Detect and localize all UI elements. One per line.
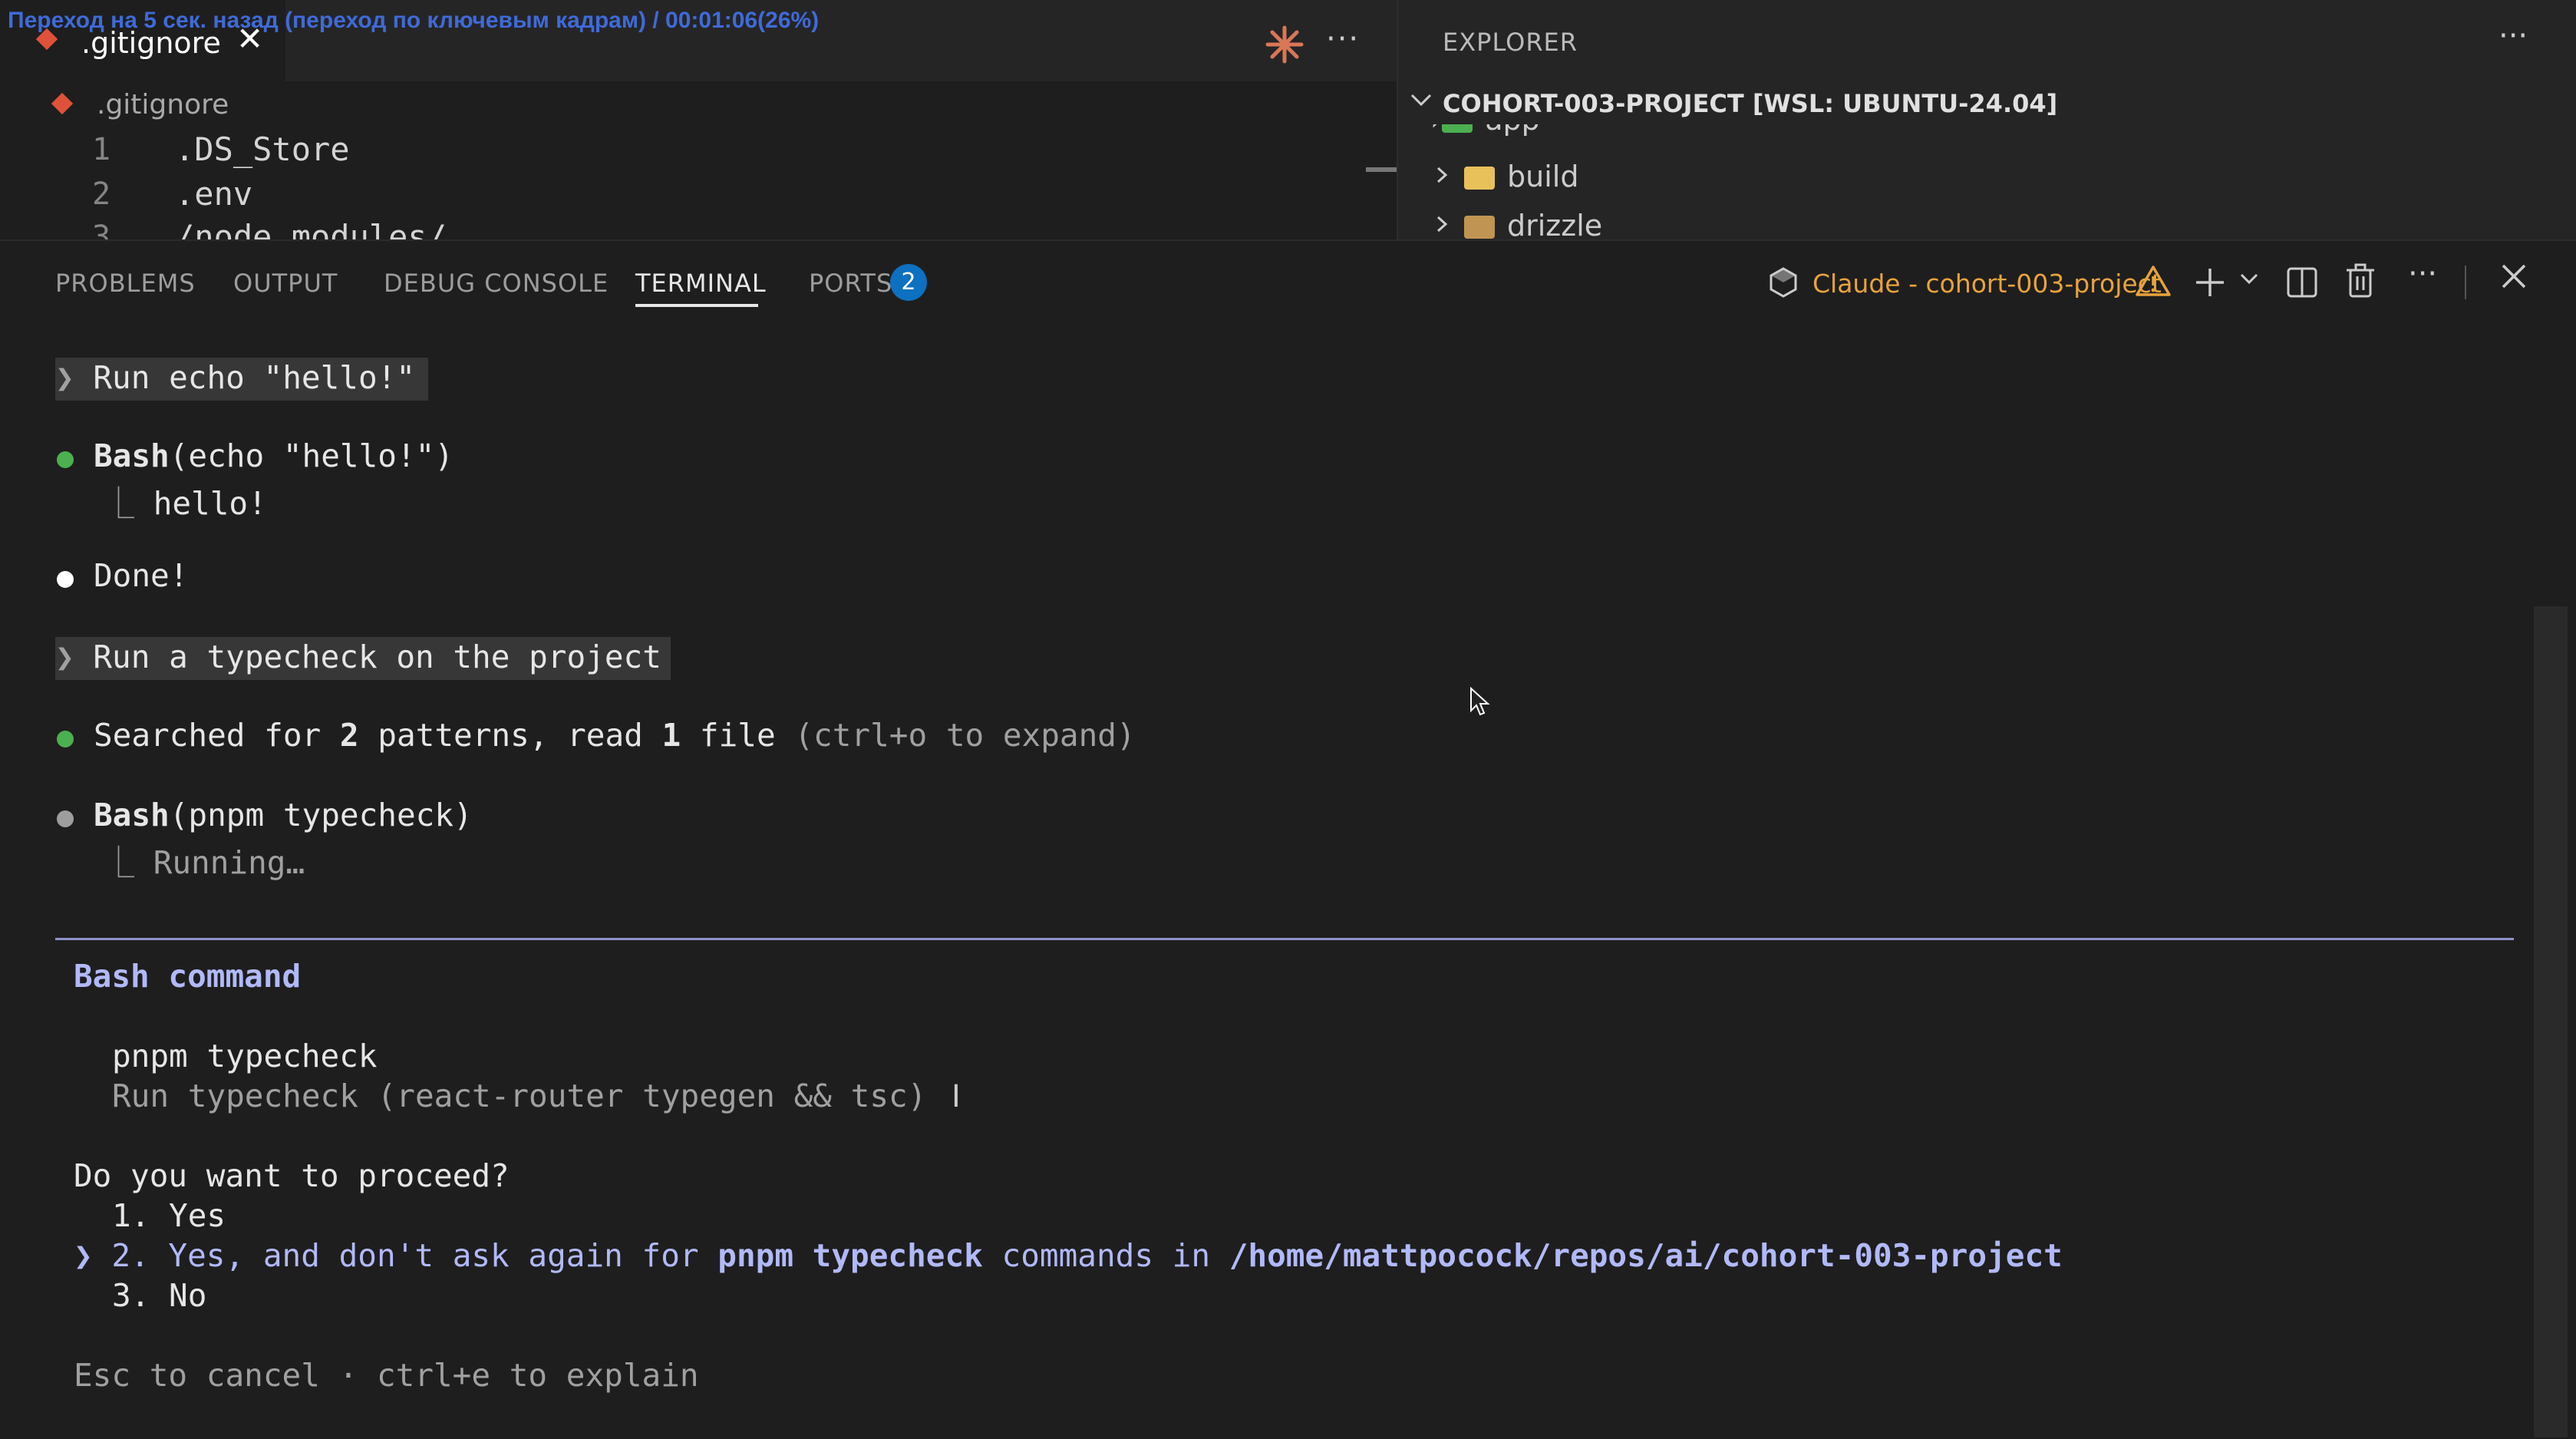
tool-output: Running… — [153, 844, 305, 881]
text-cursor-icon: I — [952, 1079, 961, 1114]
tree-item-drizzle[interactable]: drizzle — [1430, 209, 1602, 239]
code-line[interactable]: .DS_Store — [175, 130, 350, 168]
tree-item-app[interactable]: ›app — [1397, 124, 2576, 144]
option-no[interactable]: 3. No — [112, 1277, 206, 1314]
folder-app-icon — [1442, 124, 1473, 133]
project-root-header[interactable]: COHORT-003-PROJECT [WSL: UBUNTU-24.04] — [1443, 89, 2057, 118]
line-number: 3 — [92, 219, 111, 239]
chevron-right-icon — [1430, 209, 1464, 239]
tool-args: (pnpm typecheck) — [169, 797, 473, 833]
tab-ports[interactable]: PORTS — [809, 269, 892, 298]
tool-output-line: ⎿ Running… — [103, 844, 305, 881]
user-prompt: ❯ Run a typecheck on the project — [55, 639, 661, 675]
option-path: /home/mattpocock/repos/ai/cohort-003-pro… — [1229, 1237, 2063, 1274]
folder-icon — [1464, 216, 1495, 239]
dialog-footer-hint: Esc to cancel · ctrl+e to explain — [74, 1357, 699, 1394]
git-file-icon — [51, 92, 74, 115]
minimap[interactable] — [1366, 167, 1397, 172]
tool-output: hello! — [153, 485, 267, 522]
line-number: 1 — [92, 132, 111, 167]
file-count: 1 — [661, 717, 681, 754]
prompt-text: Run a typecheck on the project — [93, 639, 661, 675]
tab-problems[interactable]: PROBLEMS — [55, 269, 196, 298]
tab-debug-console[interactable]: DEBUG CONSOLE — [384, 269, 609, 298]
close-panel-icon[interactable] — [2498, 261, 2529, 292]
tool-name: Bash — [94, 437, 170, 474]
expand-hint: (ctrl+o to expand) — [794, 717, 1136, 754]
line-number: 2 — [92, 177, 111, 212]
selection-chevron-icon: ❯ — [74, 1237, 112, 1274]
ports-count-badge: 2 — [890, 264, 927, 301]
option-text: 2. Yes, and don't ask again for — [111, 1237, 718, 1274]
chevron-down-icon[interactable] — [2238, 267, 2261, 290]
text: Searched for — [94, 717, 340, 754]
tool-output-line: ⎿ hello! — [103, 485, 267, 522]
status-dot-pending — [57, 810, 74, 827]
toolbar-divider — [2465, 266, 2466, 299]
new-terminal-plus-icon[interactable] — [2193, 266, 2227, 299]
tree-item-label: build — [1507, 160, 1579, 193]
mouse-pointer-icon — [1470, 686, 1490, 716]
pattern-count: 2 — [339, 717, 359, 754]
terminal-profile-icon — [1770, 267, 1797, 298]
dialog-title: Bash command — [74, 958, 302, 995]
video-seek-overlay: Переход на 5 сек. назад (переход по ключ… — [8, 8, 820, 33]
status-dot — [57, 571, 74, 588]
tree-item-label: app — [1485, 124, 1540, 137]
tab-output[interactable]: OUTPUT — [233, 269, 338, 298]
explorer-title: EXPLORER — [1443, 28, 1578, 57]
claude-spark-icon[interactable] — [1263, 23, 1306, 66]
breadcrumb[interactable]: .gitignore — [97, 89, 229, 120]
option-yes-dont-ask[interactable]: ❯ 2. Yes, and don't ask again for pnpm t… — [74, 1237, 2063, 1274]
text: patterns, read — [358, 717, 662, 754]
tab-terminal[interactable]: TERMINAL — [635, 269, 767, 298]
command-text: pnpm typecheck — [112, 1038, 378, 1074]
warning-icon[interactable] — [2135, 264, 2172, 298]
active-tab-indicator — [635, 304, 758, 307]
command-description: Run typecheck (react-router typegen && t… — [112, 1078, 927, 1114]
editor-more-actions-icon[interactable]: ··· — [1326, 21, 1360, 57]
code-line[interactable]: /node_modules/ — [175, 218, 447, 239]
status-dot-success — [57, 451, 74, 468]
chevron-down-icon[interactable] — [1406, 84, 1436, 115]
folder-build-icon — [1464, 167, 1495, 190]
proceed-question: Do you want to proceed? — [74, 1157, 510, 1194]
text: file — [681, 717, 795, 754]
tool-args: (echo "hello!") — [169, 437, 454, 474]
panel-more-actions-icon[interactable]: ··· — [2408, 256, 2437, 292]
tool-call-line: Bash(echo "hello!") — [94, 437, 454, 474]
prompt-text: Run echo "hello!" — [93, 359, 416, 396]
scrollbar-thumb[interactable] — [2534, 606, 2568, 1437]
tool-call-line: Bash(pnpm typecheck) — [94, 797, 473, 833]
split-terminal-icon[interactable] — [2285, 266, 2319, 299]
chevron-right-icon — [1430, 160, 1464, 193]
tree-item-build[interactable]: build — [1430, 160, 1578, 193]
tree-item-label: drizzle — [1507, 209, 1603, 239]
option-command: pnpm typecheck — [717, 1237, 983, 1274]
user-prompt: ❯ Run echo "hello!" — [55, 359, 416, 396]
code-line[interactable]: .env — [175, 175, 252, 213]
status-dot-success — [57, 731, 74, 748]
trash-icon[interactable] — [2345, 262, 2376, 299]
search-summary[interactable]: Searched for 2 patterns, read 1 file (ct… — [94, 717, 1136, 754]
option-text: commands in — [982, 1237, 1229, 1274]
assistant-message: Done! — [94, 557, 189, 594]
tool-name: Bash — [94, 797, 170, 833]
option-yes[interactable]: 1. Yes — [112, 1197, 226, 1234]
dialog-divider — [55, 938, 2514, 940]
explorer-more-icon[interactable]: ··· — [2498, 18, 2528, 54]
terminal-name[interactable]: Claude - cohort-003-project — [1812, 269, 2162, 299]
